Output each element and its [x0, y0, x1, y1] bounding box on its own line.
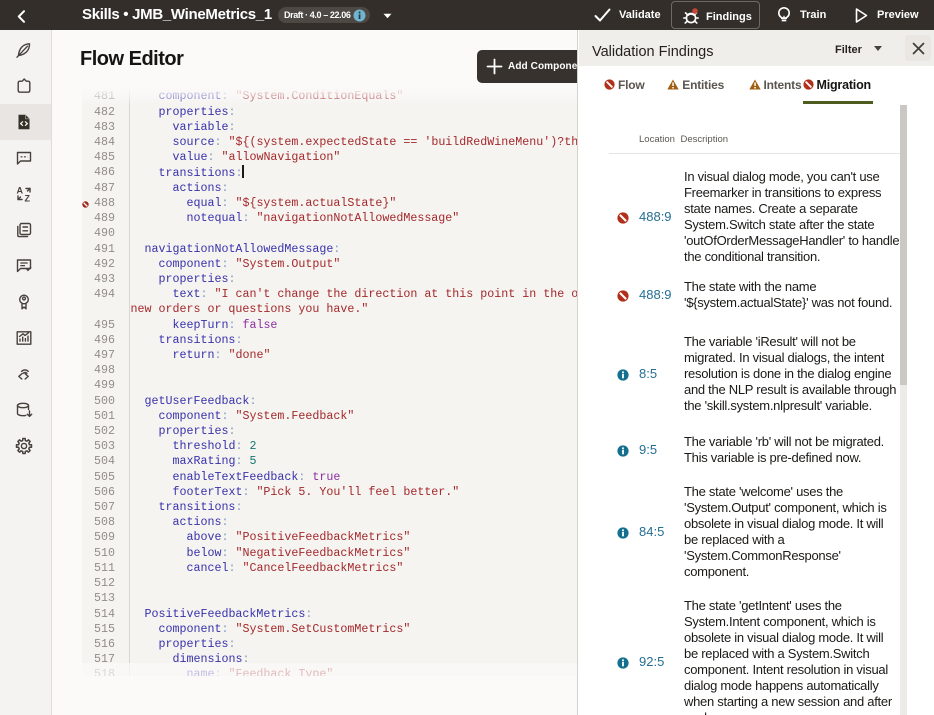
svg-text:A: A — [17, 186, 24, 196]
svg-text:Z: Z — [25, 194, 31, 204]
